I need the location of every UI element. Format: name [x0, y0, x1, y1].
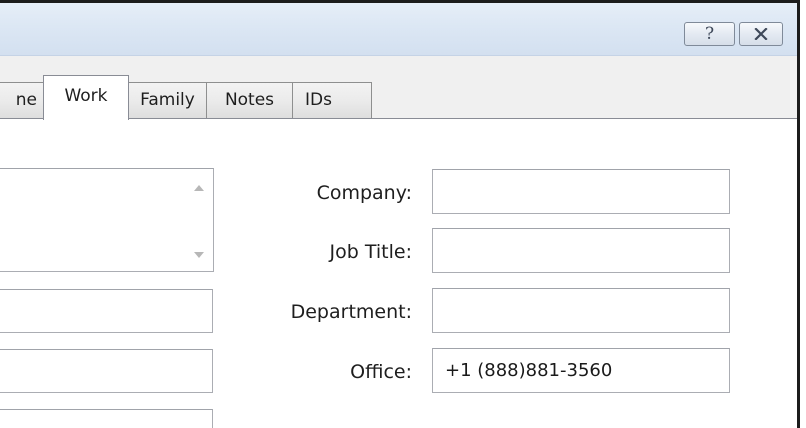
tab-ids-label: IDs [305, 90, 332, 110]
tab-home[interactable]: ne [0, 82, 44, 118]
company-field[interactable] [432, 169, 730, 214]
help-icon: ? [704, 23, 715, 44]
scroll-down-arrow-icon[interactable] [194, 252, 204, 258]
help-button[interactable]: ? [684, 22, 735, 46]
office-phone-value: +1 (888)881-3560 [445, 360, 613, 381]
tab-notes-label: Notes [224, 90, 275, 110]
tab-work[interactable]: Work [43, 75, 129, 120]
tab-home-label: ne [15, 90, 37, 110]
department-label: Department: [290, 301, 412, 323]
scroll-up-arrow-icon[interactable] [194, 185, 204, 191]
tab-notes[interactable]: Notes [206, 82, 293, 118]
left-field-3[interactable] [0, 409, 213, 428]
tab-family-label: Family [140, 90, 195, 110]
left-field-1[interactable] [0, 289, 213, 333]
title-bar [0, 3, 797, 56]
contact-dialog: ? ne Family Notes IDs Work Company: Job … [0, 0, 806, 428]
job-title-field[interactable] [432, 228, 730, 273]
close-icon [754, 28, 768, 40]
tab-family[interactable]: Family [128, 82, 207, 118]
company-label: Company: [316, 182, 412, 204]
office-label: Office: [350, 361, 412, 383]
department-field[interactable] [432, 288, 730, 333]
address-textarea[interactable] [0, 168, 214, 272]
job-title-label: Job Title: [329, 241, 412, 263]
left-field-2[interactable] [0, 349, 213, 393]
tab-work-label: Work [64, 86, 108, 106]
tab-ids[interactable]: IDs [292, 82, 372, 118]
close-button[interactable] [739, 22, 783, 46]
office-phone-field[interactable]: +1 (888)881-3560 [432, 348, 730, 393]
